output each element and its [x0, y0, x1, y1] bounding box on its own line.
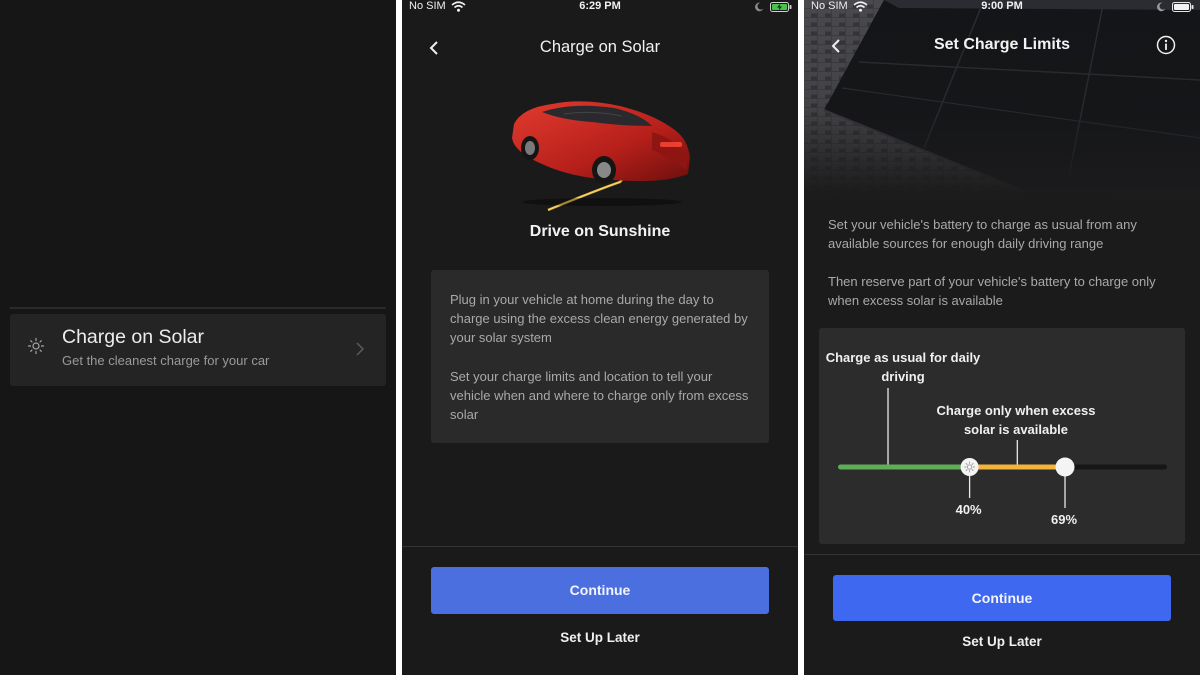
- set-up-later-link[interactable]: Set Up Later: [402, 630, 798, 645]
- solar-limit-percent: 69%: [1051, 512, 1078, 527]
- sun-icon: [27, 337, 45, 355]
- page-title: Charge on Solar: [539, 38, 661, 56]
- usual-limit-percent: 40%: [955, 502, 982, 517]
- description-paragraph: Then reserve part of your vehicle's batt…: [828, 274, 1156, 308]
- charge-on-solar-screen: No SIM 6:29 PM Charge on Solar Drive on …: [402, 0, 798, 675]
- set-charge-limits-screen: No SIM 9:00 PM Set Charge Limits Set you…: [804, 0, 1200, 675]
- solar-charge-range: [969, 464, 1066, 470]
- chevron-right-icon: [356, 342, 365, 356]
- headline: Drive on Sunshine: [529, 223, 671, 240]
- navigation-bar: Charge on Solar: [402, 34, 798, 62]
- charge-limit-slider[interactable]: [819, 328, 1185, 544]
- status-time: 9:00 PM: [981, 0, 1023, 12]
- solar-roof-photo: [804, 0, 1200, 195]
- navigation-bar: Set Charge Limits: [804, 32, 1200, 60]
- status-bar: No SIM 9:00 PM: [804, 0, 1200, 16]
- page-title: Set Charge Limits: [933, 36, 1071, 53]
- menu-item-title: Charge on Solar: [62, 326, 205, 348]
- info-card: Plug in your vehicle at home during the …: [431, 270, 769, 443]
- divider: [804, 554, 1200, 555]
- divider: [402, 546, 798, 547]
- usual-charge-range: [838, 464, 970, 470]
- battery-icon: [1172, 2, 1194, 12]
- charge-on-solar-menu-item[interactable]: Charge on Solar Get the cleanest charge …: [10, 314, 386, 386]
- battery-charging-icon: [770, 2, 792, 12]
- usual-limit-handle[interactable]: [960, 458, 979, 476]
- status-bar: No SIM 6:29 PM: [402, 0, 798, 16]
- charge-limit-slider-card: Charge as usual for daily driving Charge…: [819, 328, 1185, 544]
- list-divider: [10, 307, 386, 309]
- moon-icon: [755, 2, 764, 12]
- description-paragraph: Set your vehicle's battery to charge as …: [828, 217, 1137, 251]
- continue-button[interactable]: Continue: [833, 575, 1171, 621]
- continue-button[interactable]: Continue: [431, 567, 769, 614]
- moon-icon: [1157, 2, 1166, 12]
- info-icon[interactable]: [1156, 35, 1176, 55]
- set-up-later-link[interactable]: Set Up Later: [804, 634, 1200, 649]
- status-time: 6:29 PM: [579, 0, 621, 12]
- settings-list-panel: Charge on Solar Get the cleanest charge …: [0, 0, 396, 675]
- menu-item-subtitle: Get the cleanest charge for your car: [62, 353, 270, 368]
- info-paragraph: Set your charge limits and location to t…: [450, 369, 749, 422]
- info-paragraph: Plug in your vehicle at home during the …: [450, 292, 748, 345]
- solar-limit-handle[interactable]: [1055, 457, 1075, 477]
- red-car-illustration: [512, 101, 690, 212]
